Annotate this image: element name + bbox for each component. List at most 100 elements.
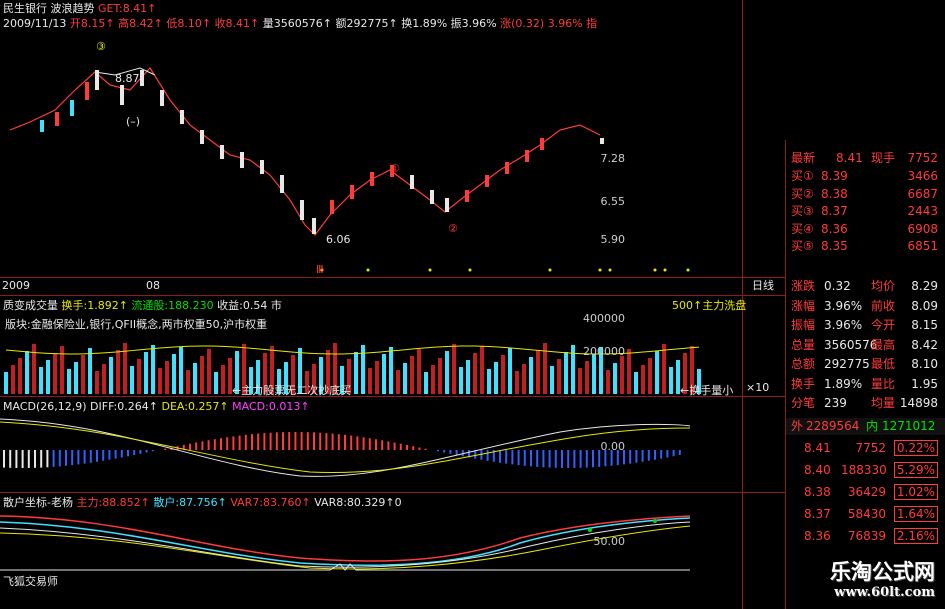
- stat-label: 量比: [871, 376, 896, 391]
- wave-line: [9, 67, 601, 236]
- buy-level-row[interactable]: 买① 8.39 3466: [786, 168, 945, 185]
- current-vol-value: 7752: [907, 151, 938, 165]
- tick-percent: 2.16%: [893, 528, 938, 544]
- buy-level-row[interactable]: 买② 8.38 6687: [786, 186, 945, 203]
- divider: [0, 295, 785, 296]
- tick-percent: 1.64%: [893, 506, 938, 522]
- stat-value: 8.29: [911, 279, 938, 293]
- stat-row: 换手 1.89% 量比 1.95: [786, 376, 945, 393]
- volume-bar: [354, 352, 358, 394]
- volume-bar: [480, 346, 484, 394]
- volume-bar: [396, 370, 400, 394]
- divider: [0, 492, 785, 493]
- volume-bar: [648, 358, 652, 394]
- volume-bar: [172, 354, 176, 394]
- volume-bar: [522, 364, 526, 394]
- stat-label: 分笔: [791, 396, 816, 410]
- volume-bar: [536, 350, 540, 394]
- volume-flow-shares: 流通股:188.230: [131, 299, 214, 312]
- volume-bar: [368, 368, 372, 394]
- tick-row: 8.38 36429 1.02%: [786, 484, 945, 501]
- bar-amplitude: 振3.96%: [450, 17, 497, 30]
- bar-close: 收8.41↑: [214, 17, 260, 30]
- buy-price: 8.36: [821, 221, 848, 236]
- stat-row: 涨跌 0.32 均价 8.29: [786, 278, 945, 295]
- bar-turnover: 换1.89%: [401, 17, 448, 30]
- macd-chart: [0, 418, 691, 477]
- volume-bars: [4, 343, 701, 394]
- divider: [0, 396, 785, 397]
- stat-label: 涨幅: [791, 298, 816, 313]
- bar-low: 低8.10↑: [166, 17, 212, 30]
- candlestick-chart[interactable]: [0, 30, 742, 276]
- y-tick: 200000: [583, 345, 625, 358]
- volume-bar: [11, 365, 15, 394]
- tick-volume: 188330: [841, 463, 887, 477]
- volume-bar: [88, 348, 92, 394]
- watermark-brand: 乐淘公式网: [830, 559, 935, 584]
- tick-percent: 5.29%: [893, 462, 938, 478]
- volume-bar: [32, 344, 36, 394]
- stat-value: 14898: [899, 396, 938, 410]
- stat-label: 换手: [791, 376, 816, 391]
- volume-bar: [214, 372, 218, 394]
- buy-volume: 6908: [907, 221, 938, 236]
- latest-label: 最新: [791, 151, 816, 165]
- period-label[interactable]: 日线: [752, 279, 774, 292]
- volume-unit: ×10: [746, 381, 770, 394]
- software-name: 飞狐交易师: [3, 575, 58, 588]
- volume-bar: [452, 344, 456, 394]
- bar-change: 涨(0.32) 3.96% 指: [500, 17, 598, 30]
- outer-label: 外: [791, 419, 804, 433]
- volume-bar: [466, 360, 470, 394]
- tick-volume: 76839: [847, 529, 886, 543]
- buy-level-label: 买③: [791, 204, 814, 218]
- tick-row: 8.40 188330 5.29%: [786, 462, 945, 479]
- buy-level-label: 买①: [791, 169, 814, 183]
- volume-bar: [116, 350, 120, 394]
- buy-price: 8.35: [821, 239, 848, 253]
- buy-price: 8.37: [821, 204, 848, 218]
- buy-level-row[interactable]: 买③ 8.37 2443: [786, 203, 945, 220]
- x-label: 08: [146, 279, 160, 292]
- indicator-value: GET:8.41↑: [98, 2, 157, 15]
- volume-bar: [410, 356, 414, 394]
- volume-bar: [515, 371, 519, 394]
- tick-volume: 36429: [847, 485, 886, 499]
- volume-bar: [95, 371, 99, 394]
- volume-bar: [193, 363, 197, 394]
- volume-bar: [389, 347, 393, 394]
- stat-value: 0.32: [824, 279, 851, 293]
- volume-bar: [592, 354, 596, 394]
- stat-row: 涨幅 3.96% 前收 8.09: [786, 298, 945, 315]
- buy-level-row[interactable]: 买④ 8.36 6908: [786, 221, 945, 238]
- y-tick: 0.00: [600, 440, 626, 453]
- chart-area[interactable]: 民生银行 波浪趋势 GET:8.41↑ 2009/11/13 开8.15↑ 高8…: [0, 0, 785, 609]
- stat-value: 8.15: [911, 318, 938, 332]
- stat-value: 3560576: [824, 337, 878, 352]
- volume-bar: [445, 351, 449, 394]
- y-tick: 7.28: [600, 152, 626, 165]
- current-vol-label: 现手: [871, 151, 896, 165]
- volume-bar: [39, 367, 43, 394]
- y-tick: 400000: [583, 312, 625, 325]
- divider: [0, 277, 785, 278]
- volume-bar: [207, 349, 211, 394]
- macd-title: MACD(26,12,9): [3, 400, 87, 413]
- y-tick: 5.90: [600, 233, 626, 246]
- stat-row: 振幅 3.96% 今开 8.15: [786, 317, 945, 334]
- volume-bar: [662, 344, 666, 394]
- wave-annotation: (–): [126, 115, 141, 128]
- volume-bar: [620, 356, 624, 394]
- stat-value: 8.09: [911, 298, 938, 313]
- volume-bar: [60, 346, 64, 394]
- buy-level-row[interactable]: 买⑤ 8.35 6851: [786, 238, 945, 255]
- wave-annotation: Ⅲ: [316, 263, 324, 276]
- watermark-url: www.60lt.com: [834, 585, 935, 600]
- stat-label: 总额: [791, 357, 816, 371]
- buy-volume: 3466: [907, 169, 938, 183]
- volume-bar: [158, 368, 162, 394]
- stat-row: 总量 3560576 最高 8.42: [786, 337, 945, 354]
- volume-bar: [46, 360, 50, 394]
- volume-bar: [634, 372, 638, 394]
